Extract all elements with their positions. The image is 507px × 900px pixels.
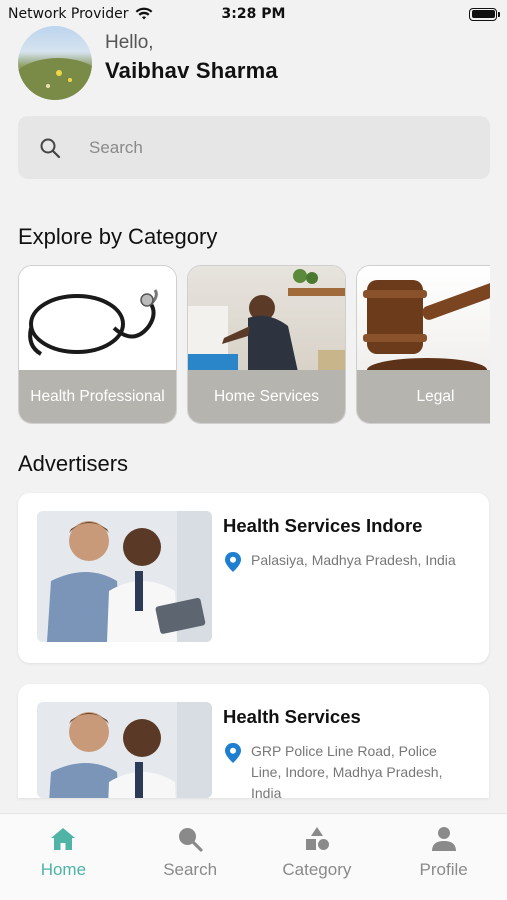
search-input[interactable] [89, 137, 449, 158]
nav-label: Category [282, 860, 352, 879]
advertiser-image [37, 511, 212, 642]
nav-label: Search [163, 860, 218, 879]
user-name: Vaibhav Sharma [105, 58, 278, 83]
gavel-image [357, 266, 490, 372]
category-card-health-professional[interactable]: Health Professional [18, 265, 177, 424]
category-label: Legal [357, 370, 490, 423]
advertiser-location: Palasiya, Madhya Pradesh, India [223, 550, 463, 573]
wifi-icon [135, 7, 152, 20]
bottom-navigation: Home Search Category Profile [0, 813, 507, 900]
nav-search[interactable]: Search [127, 814, 254, 900]
advertiser-address: GRP Police Line Road, Police Line, Indor… [251, 743, 443, 798]
nav-home[interactable]: Home [0, 814, 127, 900]
greeting-text: Hello, Vaibhav Sharma [105, 32, 278, 84]
avatar[interactable] [18, 26, 92, 100]
location-pin-icon [225, 552, 241, 572]
search-icon [179, 828, 203, 852]
home-icon [51, 828, 76, 850]
nav-label: Profile [419, 860, 468, 879]
advertiser-title: Health Services [223, 706, 361, 727]
advertiser-card[interactable]: Health Services Indore Palasiya, Madhya … [18, 493, 489, 663]
category-label: Home Services [188, 370, 345, 423]
profile-icon [431, 827, 456, 851]
status-bar: Network Provider 3:28 PM [0, 0, 507, 28]
carrier-label: Network Provider [8, 6, 129, 22]
advertiser-card[interactable]: Health Services GRP Police Line Road, Po… [18, 684, 489, 798]
search-icon [40, 138, 61, 158]
advertiser-location: GRP Police Line Road, Police Line, Indor… [223, 741, 463, 798]
status-left: Network Provider [8, 6, 153, 22]
nav-category[interactable]: Category [254, 814, 381, 900]
category-icon [305, 827, 329, 850]
category-carousel[interactable]: Health Professional Home Services Legal [18, 265, 490, 425]
hello-label: Hello, [105, 32, 154, 53]
battery-icon [469, 7, 500, 21]
advertiser-address: Palasiya, Madhya Pradesh, India [251, 552, 456, 568]
stethoscope-image [19, 266, 176, 372]
greeting-header: Hello, Vaibhav Sharma [18, 26, 278, 100]
category-section-title: Explore by Category [18, 224, 218, 249]
advertiser-title: Health Services Indore [223, 515, 423, 536]
nav-label: Home [40, 860, 87, 879]
location-pin-icon [225, 743, 241, 763]
category-label: Health Professional [19, 370, 176, 423]
category-card-legal[interactable]: Legal [356, 265, 490, 424]
advertisers-section-title: Advertisers [18, 451, 129, 476]
nav-profile[interactable]: Profile [380, 814, 507, 900]
repair-worker-image [188, 266, 345, 372]
search-bar[interactable] [18, 116, 490, 179]
advertiser-image [37, 702, 212, 798]
category-card-home-services[interactable]: Home Services [187, 265, 346, 424]
